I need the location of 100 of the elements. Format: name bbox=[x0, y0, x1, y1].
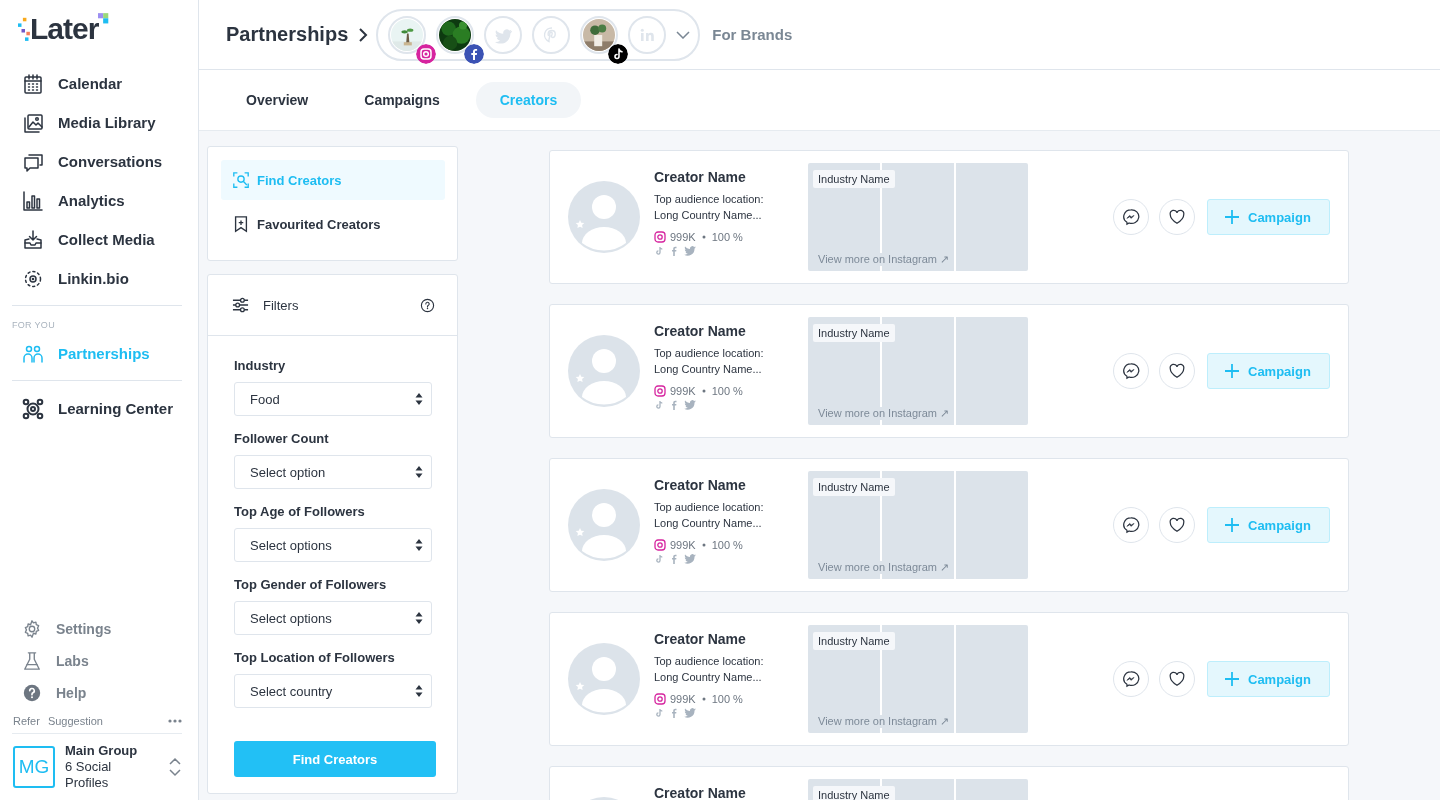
person-avatar-icon bbox=[568, 489, 640, 561]
facebook-icon bbox=[669, 246, 679, 256]
message-button[interactable] bbox=[1113, 353, 1149, 389]
group-avatar: MG bbox=[13, 746, 55, 788]
bookmark-plus-icon bbox=[232, 215, 250, 233]
tiktok-icon bbox=[654, 708, 664, 718]
person-avatar-icon bbox=[568, 335, 640, 407]
follower-count: 999K bbox=[670, 693, 696, 705]
heart-icon bbox=[1168, 516, 1186, 534]
select-field[interactable]: Select option bbox=[234, 455, 432, 489]
tiktok-icon bbox=[654, 554, 664, 564]
heart-icon bbox=[1168, 362, 1186, 380]
filters-title: Filters bbox=[263, 297, 300, 313]
for-brands-link[interactable]: For Brands bbox=[712, 26, 793, 43]
messenger-icon bbox=[1122, 362, 1140, 380]
find-creators-icon bbox=[232, 171, 250, 189]
sidebar-item[interactable]: Conversations bbox=[12, 142, 182, 181]
sort-arrows-icon bbox=[415, 393, 423, 405]
plus-icon bbox=[1224, 671, 1240, 687]
profile-count: 6 Social Profiles bbox=[65, 759, 113, 791]
twitter-icon bbox=[684, 246, 696, 256]
twitter-icon bbox=[684, 708, 696, 718]
filter-label: Top Location of Followers bbox=[234, 650, 396, 665]
image-gallery[interactable]: Industry Name View more on Instagram ↗ bbox=[808, 625, 1028, 733]
audience-location: Long Country Name... bbox=[654, 362, 763, 377]
sidebar-item[interactable]: Analytics bbox=[12, 181, 182, 220]
facebook-icon bbox=[669, 400, 679, 410]
favourite-button[interactable] bbox=[1159, 353, 1195, 389]
engagement-rate: 100 % bbox=[711, 539, 743, 551]
dot-separator-icon bbox=[701, 543, 706, 547]
twitter-icon bbox=[684, 554, 696, 564]
image-gallery[interactable]: Industry Name View more on Instagram ↗ bbox=[808, 317, 1028, 425]
creator-name[interactable]: Creator Name bbox=[654, 631, 808, 647]
creator-name[interactable]: Creator Name bbox=[654, 323, 808, 339]
favourite-button[interactable] bbox=[1159, 199, 1195, 235]
image-gallery[interactable]: Industry Name View more on Instagram ↗ bbox=[808, 163, 1028, 271]
profile-avatar[interactable] bbox=[436, 15, 475, 54]
instagram-icon bbox=[416, 43, 437, 64]
sidebar-item[interactable]: Settings bbox=[12, 613, 182, 645]
chevron-down-icon bbox=[676, 30, 691, 39]
sort-arrows-icon bbox=[415, 539, 423, 551]
audience-location-label: Top audience location: bbox=[654, 192, 765, 207]
image-gallery[interactable]: Industry Name View more on Instagram ↗ bbox=[808, 471, 1028, 579]
twitter-icon bbox=[684, 400, 696, 410]
select-field[interactable]: Food bbox=[234, 382, 432, 416]
tiktok-icon bbox=[654, 400, 664, 410]
sidebar-item[interactable]: Learning Center bbox=[12, 389, 182, 428]
industry-tag: Industry Name bbox=[813, 478, 895, 496]
filter-label: Top Gender of Followers bbox=[234, 577, 388, 592]
audience-location-label: Top audience location: bbox=[654, 346, 765, 361]
plus-icon bbox=[1224, 209, 1240, 225]
tab[interactable]: Campaigns bbox=[344, 82, 460, 118]
footer-link[interactable]: Suggestion bbox=[47, 715, 103, 727]
tiktok-icon bbox=[608, 43, 629, 64]
plus-icon bbox=[1224, 517, 1240, 533]
message-button[interactable] bbox=[1113, 507, 1149, 543]
select-field[interactable]: Select options bbox=[234, 528, 432, 562]
instagram-icon bbox=[654, 385, 666, 397]
creator-name[interactable]: Creator Name bbox=[654, 169, 808, 185]
dot-separator-icon bbox=[701, 235, 706, 239]
facebook-icon bbox=[669, 554, 679, 564]
messenger-icon bbox=[1122, 208, 1140, 226]
panel-menu-item[interactable]: Favourited Creators bbox=[221, 204, 445, 244]
instagram-icon bbox=[654, 693, 666, 705]
more-icon bbox=[168, 719, 182, 723]
profile-avatar[interactable] bbox=[580, 15, 619, 54]
group-name: Main Group bbox=[65, 743, 139, 759]
message-button[interactable] bbox=[1113, 661, 1149, 697]
sidebar-item[interactable]: Calendar bbox=[12, 64, 182, 103]
favourite-button[interactable] bbox=[1159, 507, 1195, 543]
sidebar-item[interactable]: Labs bbox=[12, 645, 182, 677]
sidebar-item[interactable]: Media Library bbox=[12, 103, 182, 142]
person-avatar-icon bbox=[568, 643, 640, 715]
download-tray-icon bbox=[22, 228, 44, 251]
sidebar-item[interactable]: Collect Media bbox=[12, 220, 182, 259]
select-field[interactable]: Select country bbox=[234, 674, 432, 708]
sidebar-item[interactable]: Linkin.bio bbox=[12, 259, 182, 298]
audience-location: Long Country Name... bbox=[654, 516, 763, 531]
chevron-right-icon bbox=[358, 26, 369, 43]
sort-arrows-icon bbox=[415, 685, 423, 697]
heart-icon bbox=[1168, 670, 1186, 688]
follower-count: 999K bbox=[670, 539, 696, 551]
dot-separator-icon bbox=[701, 389, 706, 393]
creator-name[interactable]: Creator Name bbox=[654, 477, 808, 493]
select-field[interactable]: Select options bbox=[234, 601, 432, 635]
creator-name[interactable]: Creator Name bbox=[654, 785, 808, 800]
footer-link[interactable]: Refer bbox=[13, 715, 40, 727]
audience-location: Long Country Name... bbox=[654, 670, 763, 685]
filter-label: Top Age of Followers bbox=[234, 504, 366, 519]
sort-arrows-icon bbox=[415, 466, 423, 478]
favourite-button[interactable] bbox=[1159, 661, 1195, 697]
messenger-icon bbox=[1122, 670, 1140, 688]
message-button[interactable] bbox=[1113, 199, 1149, 235]
help-icon bbox=[22, 683, 42, 703]
sidebar-item[interactable]: Help bbox=[12, 677, 182, 709]
filter-label: Follower Count bbox=[234, 431, 330, 446]
audience-location-label: Top audience location: bbox=[654, 500, 765, 515]
tab[interactable]: Overview bbox=[226, 82, 329, 118]
logo-text[interactable]: Later bbox=[30, 12, 99, 46]
follower-count: 999K bbox=[670, 385, 696, 397]
